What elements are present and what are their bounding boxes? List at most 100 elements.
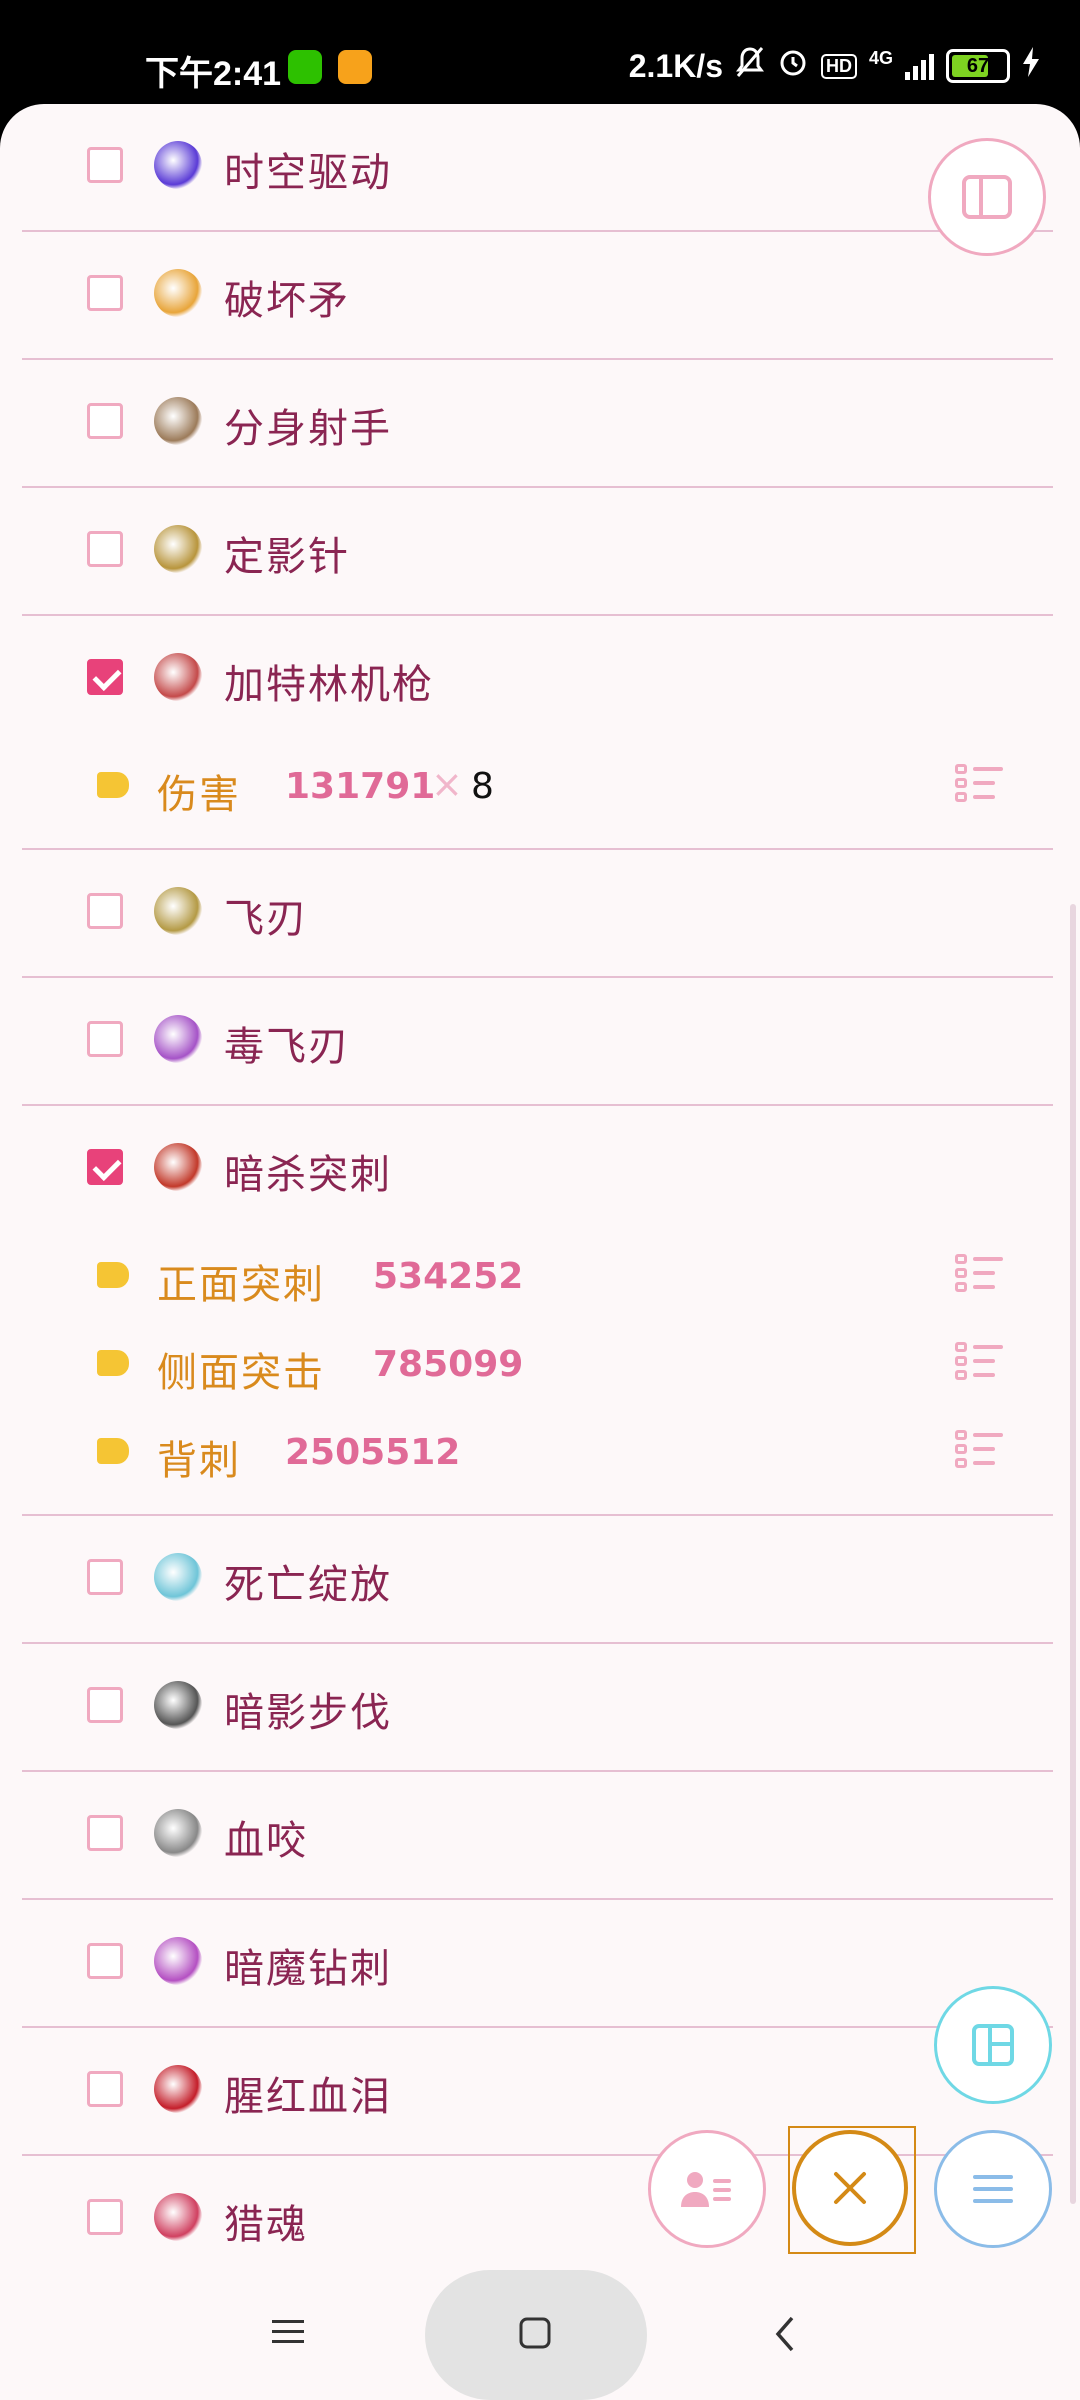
- status-right: 2.1K/s HD 4G 67: [629, 46, 1040, 86]
- skill-name: 猎魂: [224, 2202, 308, 2248]
- skill-name: 暗影步伐: [224, 1690, 392, 1736]
- damage-value: 2505512: [285, 1432, 461, 1473]
- label-tag-icon: [97, 1350, 129, 1376]
- damage-entry[interactable]: 正面突刺 534252: [22, 1232, 1053, 1320]
- scrollbar[interactable]: [1070, 904, 1076, 2204]
- skill-checkbox[interactable]: [87, 893, 123, 929]
- contact-list-button[interactable]: [648, 2130, 766, 2248]
- status-bar: 下午2:41 2.1K/s HD 4G 67: [0, 0, 1080, 104]
- detail-list-icon[interactable]: [955, 1342, 1003, 1382]
- damage-label: 正面突刺: [157, 1262, 325, 1308]
- skill-checkbox[interactable]: [87, 1815, 123, 1851]
- recent-apps-button[interactable]: [270, 2316, 310, 2352]
- home-icon: [519, 2317, 551, 2349]
- skill-row[interactable]: 分身射手: [22, 360, 1053, 488]
- damage-value: 534252: [373, 1256, 524, 1297]
- assassin-strike-skill-icon: [154, 1143, 202, 1191]
- skill-list: 时空驱动破坏矛分身射手定影针加特林机枪伤害 131791 × 8 飞刃毒飞刃暗杀突刺正面…: [0, 104, 1080, 2267]
- sidebar-panel-icon: [962, 175, 1012, 219]
- skill-row[interactable]: 飞刃: [22, 850, 1053, 978]
- skill-name: 暗杀突刺: [224, 1152, 392, 1198]
- skill-name: 飞刃: [224, 896, 308, 942]
- mute-bell-icon: [735, 46, 765, 86]
- skill-name: 血咬: [224, 1818, 308, 1864]
- skill-name: 加特林机枪: [224, 662, 434, 708]
- menu-button[interactable]: [934, 2130, 1052, 2248]
- skill-list-sheet: 时空驱动破坏矛分身射手定影针加特林机枪伤害 131791 × 8 飞刃毒飞刃暗杀突刺正面…: [0, 104, 1080, 2267]
- home-button[interactable]: [518, 2316, 554, 2352]
- flying-blade-skill-icon: [154, 887, 202, 935]
- recent-apps-icon: [272, 2320, 304, 2343]
- label-tag-icon: [97, 772, 129, 798]
- skill-name: 时空驱动: [224, 150, 392, 196]
- status-time: 下午2:41: [145, 55, 282, 93]
- skill-checkbox[interactable]: [87, 275, 123, 311]
- skill-checkbox[interactable]: [87, 531, 123, 567]
- damage-entry[interactable]: 背刺 2505512: [22, 1408, 1053, 1496]
- skill-row[interactable]: 死亡绽放: [22, 1516, 1053, 1644]
- skill-row[interactable]: 毒飞刃: [22, 978, 1053, 1106]
- detail-list-icon[interactable]: [955, 764, 1003, 804]
- battery-level: 67: [966, 55, 990, 77]
- damage-value: 785099: [373, 1344, 524, 1385]
- damage-value: 131791: [285, 766, 436, 807]
- label-tag-icon: [97, 1262, 129, 1288]
- skill-name: 毒飞刃: [224, 1024, 350, 1070]
- skill-checkbox[interactable]: [87, 659, 123, 695]
- skill-row[interactable]: 时空驱动: [22, 104, 1053, 232]
- skill-name: 暗魔钻刺: [224, 1946, 392, 1992]
- spear-skill-icon: [154, 269, 202, 317]
- signal-icon: [905, 52, 934, 80]
- clone-archer-skill-icon: [154, 397, 202, 445]
- blood-bite-skill-icon: [154, 1809, 202, 1857]
- damage-label: 侧面突击: [157, 1350, 325, 1396]
- skill-details: 正面突刺 534252 侧面突击 785099 背刺 2505512: [22, 1232, 1053, 1496]
- dark-drill-skill-icon: [154, 1937, 202, 1985]
- skill-row[interactable]: 定影针: [22, 488, 1053, 616]
- skill-checkbox[interactable]: [87, 403, 123, 439]
- damage-entry[interactable]: 伤害 131791 × 8: [22, 742, 1053, 830]
- gatling-skill-icon: [154, 653, 202, 701]
- crimson-tear-skill-icon: [154, 2065, 202, 2113]
- death-bloom-skill-icon: [154, 1553, 202, 1601]
- skill-checkbox[interactable]: [87, 1943, 123, 1979]
- skill-checkbox[interactable]: [87, 1687, 123, 1723]
- detail-list-icon[interactable]: [955, 1430, 1003, 1470]
- skill-checkbox[interactable]: [87, 2071, 123, 2107]
- damage-entry[interactable]: 侧面突击 785099: [22, 1320, 1053, 1408]
- skill-checkbox[interactable]: [87, 1559, 123, 1595]
- layout-button[interactable]: [934, 1986, 1052, 2104]
- skill-checkbox[interactable]: [87, 147, 123, 183]
- skill-row[interactable]: 暗魔钻刺: [22, 1900, 1053, 2028]
- skill-name: 腥红血泪: [224, 2074, 392, 2120]
- alarm-icon: [777, 46, 809, 86]
- battery-icon: 67: [946, 49, 1010, 83]
- back-button[interactable]: [772, 2314, 802, 2354]
- notes-notification-icon: [338, 50, 372, 84]
- hit-count: 8: [471, 766, 494, 807]
- skill-row[interactable]: 血咬: [22, 1772, 1053, 1900]
- skill-name: 定影针: [224, 534, 350, 580]
- close-button[interactable]: [792, 2130, 908, 2246]
- layout-grid-icon: [972, 2024, 1014, 2066]
- skill-row[interactable]: 破坏矛: [22, 232, 1053, 360]
- hd-badge: HD: [820, 53, 857, 79]
- contact-list-icon: [681, 2172, 731, 2207]
- skill-checkbox[interactable]: [87, 1021, 123, 1057]
- back-icon: [775, 2316, 794, 2352]
- damage-label: 伤害: [157, 772, 241, 818]
- skill-row[interactable]: 暗影步伐: [22, 1644, 1053, 1772]
- soul-hunt-skill-icon: [154, 2193, 202, 2241]
- needle-skill-icon: [154, 525, 202, 573]
- multiply-sign: ×: [431, 762, 463, 806]
- skill-checkbox[interactable]: [87, 2199, 123, 2235]
- skill-name: 破坏矛: [224, 278, 350, 324]
- charging-icon: [1022, 47, 1040, 85]
- skill-row[interactable]: 加特林机枪伤害 131791 × 8: [22, 616, 1053, 850]
- poison-blade-skill-icon: [154, 1015, 202, 1063]
- panel-toggle-button[interactable]: [928, 138, 1046, 256]
- skill-row[interactable]: 暗杀突刺正面突刺 534252 侧面突击 785099 背刺 2505512: [22, 1106, 1053, 1516]
- skill-name: 分身射手: [224, 406, 392, 452]
- detail-list-icon[interactable]: [955, 1254, 1003, 1294]
- skill-checkbox[interactable]: [87, 1149, 123, 1185]
